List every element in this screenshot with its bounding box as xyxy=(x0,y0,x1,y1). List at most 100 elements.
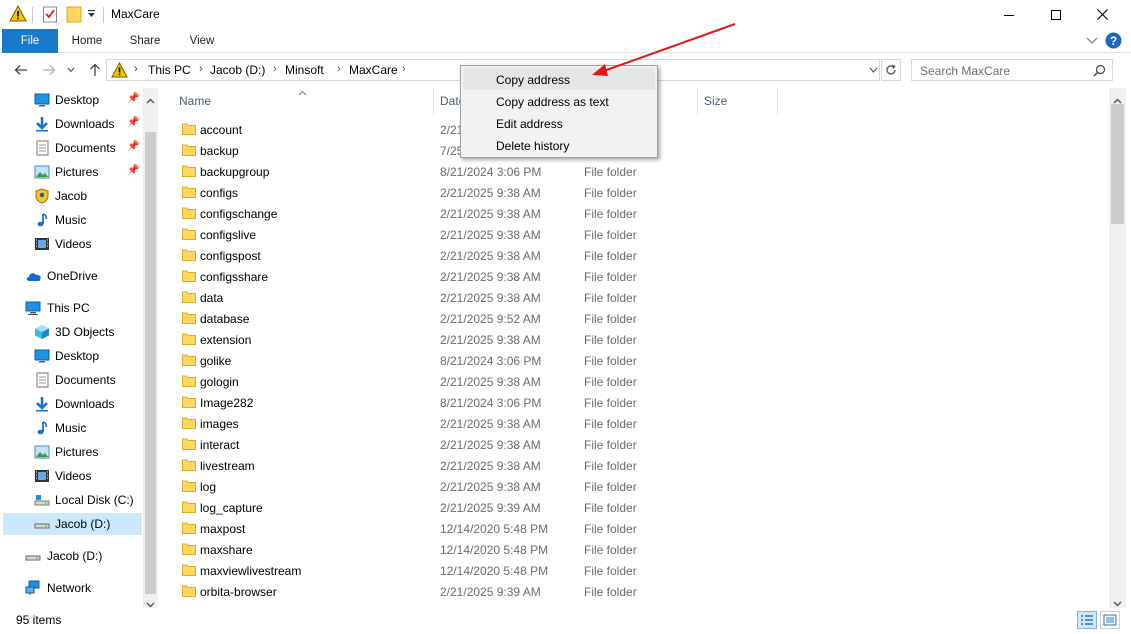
sort-ascending-icon xyxy=(298,85,307,99)
column-divider[interactable] xyxy=(697,88,698,114)
table-row[interactable]: data 2/21/2025 9:38 AM File folder xyxy=(162,287,1107,308)
file-list: account 2/21 backup 7/25 backupgroup 8/21/202… xyxy=(162,119,1107,607)
column-header-size[interactable]: Size xyxy=(704,94,727,108)
menu-item-delete-history[interactable]: Delete history xyxy=(463,134,655,156)
column-divider[interactable] xyxy=(777,88,778,114)
folder-icon xyxy=(182,395,196,408)
nav-item-downloads[interactable]: Downloads 📌 xyxy=(0,113,142,135)
file-list-scrollbar[interactable] xyxy=(1109,88,1126,608)
nav-item-downloads[interactable]: Downloads xyxy=(0,393,142,415)
nav-item-desktop[interactable]: Desktop 📌 xyxy=(0,89,142,111)
forward-button[interactable] xyxy=(39,61,59,79)
table-row[interactable]: database 2/21/2025 9:52 AM File folder xyxy=(162,308,1107,329)
nav-item-music[interactable]: Music xyxy=(0,209,142,231)
table-row[interactable]: interact 2/21/2025 9:38 AM File folder xyxy=(162,434,1107,455)
breadcrumb-jacob-d[interactable]: Jacob (D:) xyxy=(210,63,265,77)
table-row[interactable]: orbita-browser 2/21/2025 9:39 AM File fold… xyxy=(162,581,1107,602)
nav-item-label: Documents xyxy=(55,141,116,155)
folder-icon xyxy=(182,563,196,576)
pictures-icon xyxy=(34,444,50,460)
recent-locations-button[interactable] xyxy=(64,61,78,79)
user-shield-icon xyxy=(34,188,50,204)
column-divider[interactable] xyxy=(433,88,434,114)
file-name: Image282 xyxy=(200,396,254,410)
onedrive-cloud-icon xyxy=(25,268,41,284)
maximize-button[interactable] xyxy=(1033,0,1079,29)
table-row[interactable]: maxshare 12/14/2020 5:48 PM File folder xyxy=(162,539,1107,560)
back-button[interactable] xyxy=(11,61,31,79)
nav-item-videos[interactable]: Videos xyxy=(0,465,142,487)
table-row[interactable]: backupgroup 8/21/2024 3:06 PM File folder xyxy=(162,161,1107,182)
tab-view[interactable]: View xyxy=(177,29,227,53)
file-type: File folder xyxy=(584,396,637,410)
breadcrumb-minsoft[interactable]: Minsoft xyxy=(285,63,324,77)
nav-item-documents[interactable]: Documents 📌 xyxy=(0,137,142,159)
details-view-button[interactable] xyxy=(1077,611,1097,629)
nav-item-local-disk-c[interactable]: Local Disk (C:) xyxy=(0,489,142,511)
table-row[interactable]: images 2/21/2025 9:38 AM File folder xyxy=(162,413,1107,434)
file-type: File folder xyxy=(584,543,637,557)
menu-item-copy-address[interactable]: Copy address xyxy=(463,68,655,90)
file-type: File folder xyxy=(584,585,637,599)
file-list-scrollbar-thumb[interactable] xyxy=(1111,104,1124,224)
nav-item-pictures[interactable]: Pictures 📌 xyxy=(0,161,142,183)
new-folder-icon[interactable] xyxy=(66,5,82,26)
nav-item-3d-objects[interactable]: 3D Objects xyxy=(0,321,142,343)
nav-scrollbar-thumb[interactable] xyxy=(145,132,156,594)
properties-icon[interactable] xyxy=(42,5,58,26)
nav-item-jacob-d[interactable]: Jacob (D:) xyxy=(0,513,142,535)
file-name: database xyxy=(200,312,250,326)
close-button[interactable] xyxy=(1079,0,1125,29)
nav-item-label: Music xyxy=(55,213,87,227)
nav-item-desktop[interactable]: Desktop xyxy=(0,345,142,367)
nav-item-label: Documents xyxy=(55,373,116,387)
nav-item-documents[interactable]: Documents xyxy=(0,369,142,391)
table-row[interactable]: maxviewlivestream 12/14/2020 5:48 PM File … xyxy=(162,560,1107,581)
menu-item-edit-address[interactable]: Edit address xyxy=(463,112,655,134)
nav-item-videos[interactable]: Videos xyxy=(0,233,142,255)
menu-item-copy-address-as-text[interactable]: Copy address as text xyxy=(463,90,655,112)
nav-item-drive-d[interactable]: Jacob (D:) xyxy=(0,545,142,567)
table-row[interactable]: golike 8/21/2024 3:06 PM File folder xyxy=(162,350,1107,371)
table-row[interactable]: configschange 2/21/2025 9:38 AM File folde… xyxy=(162,203,1107,224)
file-type: File folder xyxy=(584,522,637,536)
table-row[interactable]: gologin 2/21/2025 9:38 AM File folder xyxy=(162,371,1107,392)
table-row[interactable]: configslive 2/21/2025 9:38 AM File folder xyxy=(162,224,1107,245)
search-input[interactable]: Search MaxCare xyxy=(911,59,1113,81)
title-separator xyxy=(103,7,104,23)
table-row[interactable]: Image282 8/21/2024 3:06 PM File folder xyxy=(162,392,1107,413)
up-button[interactable] xyxy=(85,61,105,79)
close-icon xyxy=(1096,9,1108,20)
breadcrumb-maxcare[interactable]: MaxCare xyxy=(349,63,398,77)
tab-share[interactable]: Share xyxy=(120,29,170,53)
desktop-icon xyxy=(34,92,50,108)
table-row[interactable]: configs 2/21/2025 9:38 AM File folder xyxy=(162,182,1107,203)
nav-item-network[interactable]: Network xyxy=(0,577,142,599)
column-header-name[interactable]: Name xyxy=(179,94,211,108)
menu-item-label: Edit address xyxy=(496,117,563,131)
refresh-button[interactable] xyxy=(881,59,901,81)
nav-item-this-pc[interactable]: This PC xyxy=(0,297,142,319)
table-row[interactable]: configspost 2/21/2025 9:38 AM File folder xyxy=(162,245,1107,266)
nav-item-pictures[interactable]: Pictures xyxy=(0,441,142,463)
warning-icon[interactable] xyxy=(9,4,27,25)
table-row[interactable]: log_capture 2/21/2025 9:39 AM File folder xyxy=(162,497,1107,518)
expand-ribbon-icon[interactable] xyxy=(1086,34,1098,48)
table-row[interactable]: log 2/21/2025 9:38 AM File folder xyxy=(162,476,1107,497)
nav-item-music[interactable]: Music xyxy=(0,417,142,439)
customize-toolbar-icon[interactable] xyxy=(87,8,96,22)
tab-file[interactable]: File xyxy=(2,29,58,53)
minimize-button[interactable] xyxy=(986,0,1032,29)
help-icon[interactable]: ? xyxy=(1105,32,1122,52)
nav-item-jacob[interactable]: Jacob xyxy=(0,185,142,207)
tab-home[interactable]: Home xyxy=(62,29,112,53)
address-history-button[interactable] xyxy=(865,59,881,81)
nav-item-onedrive[interactable]: OneDrive xyxy=(0,265,142,287)
table-row[interactable]: extension 2/21/2025 9:38 AM File folder xyxy=(162,329,1107,350)
large-icons-view-button[interactable] xyxy=(1100,611,1120,629)
breadcrumb-this-pc[interactable]: This PC xyxy=(148,63,191,77)
scroll-up-icon[interactable] xyxy=(146,93,155,107)
table-row[interactable]: livestream 2/21/2025 9:38 AM File folder xyxy=(162,455,1107,476)
table-row[interactable]: configsshare 2/21/2025 9:38 AM File folder xyxy=(162,266,1107,287)
table-row[interactable]: maxpost 12/14/2020 5:48 PM File folder xyxy=(162,518,1107,539)
